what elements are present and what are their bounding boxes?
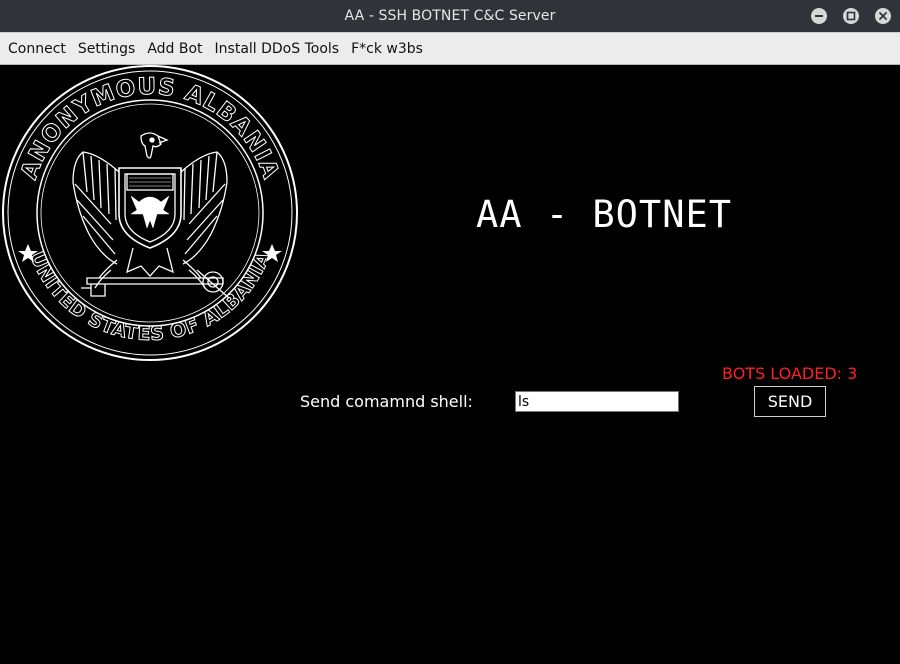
seal-top-text: ANONYMOUS ALBANIA [16, 74, 283, 183]
maximize-button[interactable] [843, 8, 859, 24]
command-label: Send comamnd shell: [300, 392, 473, 411]
app-window: AA - SSH BOTNET C&C Server Connect Setti… [0, 0, 900, 664]
close-icon [879, 12, 887, 20]
page-title: AA - BOTNET [476, 193, 733, 236]
minimize-button[interactable] [811, 8, 827, 24]
menu-bar: Connect Settings Add Bot Install DDoS To… [0, 32, 900, 65]
window-title: AA - SSH BOTNET C&C Server [344, 8, 556, 24]
menu-install-ddos-tools[interactable]: Install DDoS Tools [209, 33, 346, 64]
eagle-drawing [72, 132, 230, 299]
close-button[interactable] [875, 8, 891, 24]
maximize-icon [846, 11, 856, 21]
send-button[interactable]: SEND [754, 386, 826, 417]
bots-loaded-status: BOTS LOADED: 3 [722, 364, 858, 383]
title-bar[interactable]: AA - SSH BOTNET C&C Server [0, 0, 900, 32]
eagle-seal-icon: ANONYMOUS ALBANIA UNITED STATES OF ALBAN… [2, 65, 298, 361]
menu-connect[interactable]: Connect [0, 33, 72, 64]
minimize-icon [815, 15, 823, 17]
menu-settings[interactable]: Settings [72, 33, 141, 64]
command-input[interactable] [515, 391, 679, 412]
menu-fck-w3bs[interactable]: F*ck w3bs [345, 33, 429, 64]
menu-add-bot[interactable]: Add Bot [141, 33, 208, 64]
